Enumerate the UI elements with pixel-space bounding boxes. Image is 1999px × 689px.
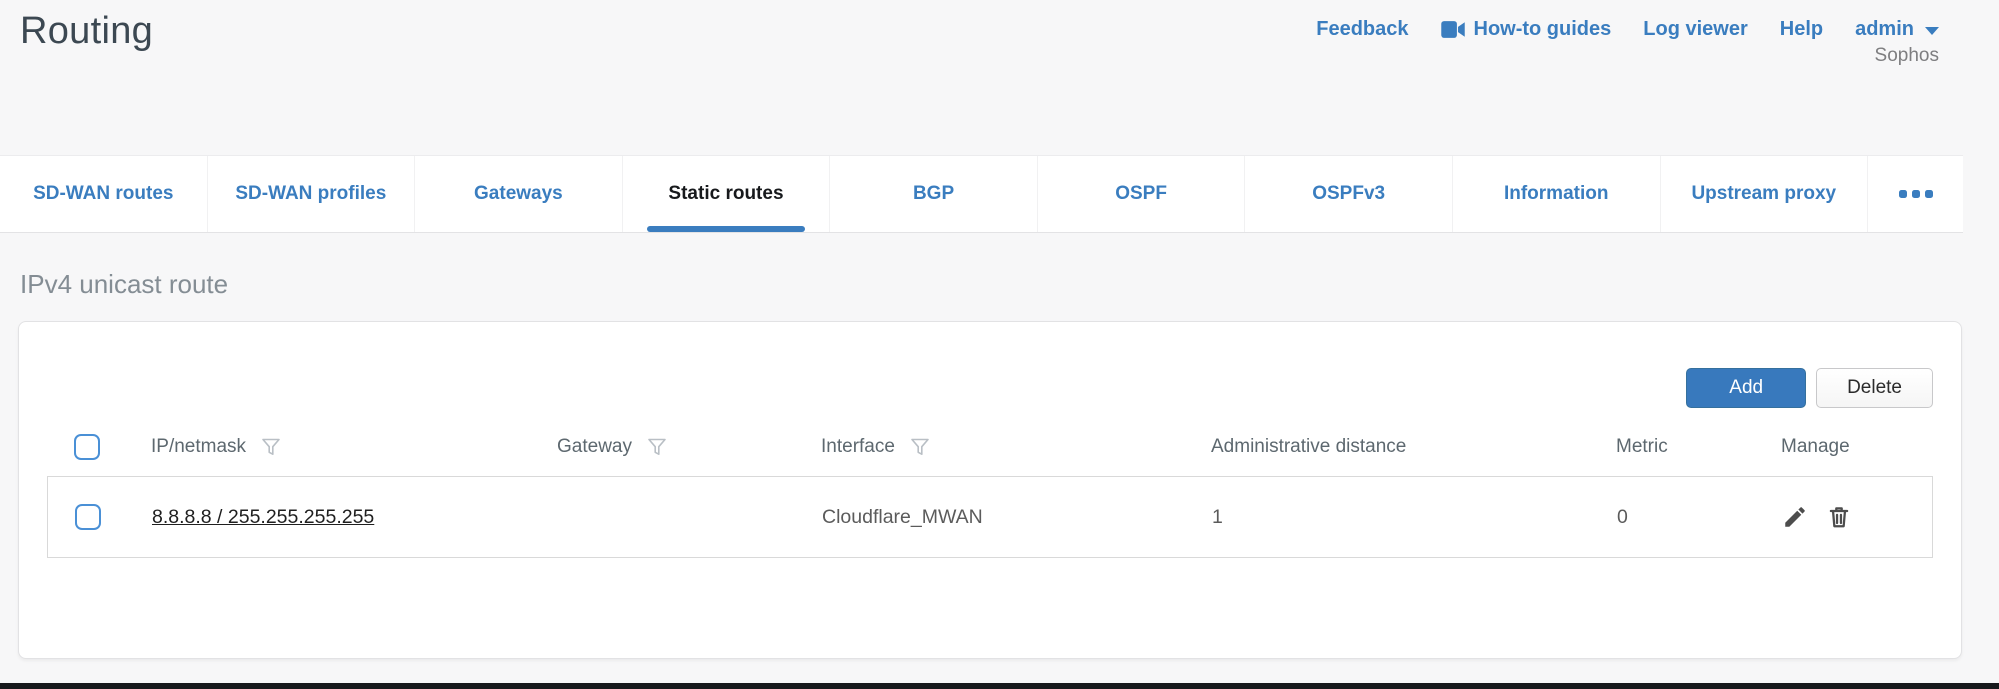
admin-menu[interactable]: admin	[1855, 18, 1939, 41]
tab-static-routes[interactable]: Static routes	[622, 156, 830, 232]
filter-icon[interactable]	[909, 436, 931, 458]
column-header-gateway: Gateway	[557, 436, 632, 458]
tab-upstream-proxy[interactable]: Upstream proxy	[1660, 156, 1868, 232]
edit-pencil-icon[interactable]	[1782, 504, 1808, 530]
route-metric-value: 0	[1617, 506, 1628, 529]
table-row: 8.8.8.8 / 255.255.255.255 Cloudflare_MWA…	[47, 476, 1933, 558]
video-camera-icon	[1441, 20, 1465, 39]
tab-sdwan-profiles[interactable]: SD-WAN profiles	[207, 156, 415, 232]
page-header: Routing Feedback How-to guides Log viewe…	[0, 0, 1963, 155]
column-header-ip-netmask: IP/netmask	[151, 436, 246, 458]
add-button[interactable]: Add	[1686, 368, 1806, 408]
route-ip-netmask-link[interactable]: 8.8.8.8 / 255.255.255.255	[152, 506, 374, 529]
page-title: Routing	[20, 10, 153, 53]
help-link[interactable]: Help	[1780, 18, 1823, 41]
delete-trash-icon[interactable]	[1826, 504, 1852, 530]
section-heading: IPv4 unicast route	[20, 269, 1999, 300]
tab-information[interactable]: Information	[1452, 156, 1660, 232]
filter-icon[interactable]	[646, 436, 668, 458]
brand-label: Sophos	[1875, 45, 1939, 67]
filter-icon[interactable]	[260, 436, 282, 458]
ellipsis-icon	[1925, 190, 1933, 198]
howto-guides-link[interactable]: How-to guides	[1441, 18, 1612, 41]
tab-ospf[interactable]: OSPF	[1037, 156, 1245, 232]
help-label: Help	[1780, 18, 1823, 41]
admin-label: admin	[1855, 18, 1914, 41]
feedback-label: Feedback	[1316, 18, 1408, 41]
column-header-administrative-distance: Administrative distance	[1211, 436, 1406, 458]
tab-bgp[interactable]: BGP	[829, 156, 1037, 232]
delete-button[interactable]: Delete	[1816, 368, 1933, 408]
bottom-bar	[0, 683, 1999, 689]
log-viewer-label: Log viewer	[1643, 18, 1747, 41]
table-header-row: IP/netmask Gateway Interface Administrat…	[47, 434, 1933, 460]
route-administrative-distance-value: 1	[1212, 506, 1223, 529]
table-toolbar: Add Delete	[47, 368, 1933, 408]
tab-gateways[interactable]: Gateways	[414, 156, 622, 232]
tab-overflow-button[interactable]	[1867, 156, 1963, 232]
select-all-checkbox[interactable]	[74, 434, 100, 460]
column-header-metric: Metric	[1616, 436, 1668, 458]
main-content: IPv4 unicast route Add Delete IP/netmask…	[0, 269, 1999, 659]
routes-card: Add Delete IP/netmask Gateway Interface	[18, 321, 1962, 659]
tab-sdwan-routes[interactable]: SD-WAN routes	[0, 156, 207, 232]
routing-tabbar: SD-WAN routes SD-WAN profiles Gateways S…	[0, 155, 1963, 233]
row-checkbox[interactable]	[75, 504, 101, 530]
column-header-manage: Manage	[1781, 436, 1850, 458]
ellipsis-icon	[1899, 190, 1907, 198]
column-header-interface: Interface	[821, 436, 895, 458]
route-interface-value: Cloudflare_MWAN	[822, 506, 983, 529]
top-navigation: Feedback How-to guides Log viewer Help a…	[1316, 10, 1939, 67]
tab-ospfv3[interactable]: OSPFv3	[1244, 156, 1452, 232]
chevron-down-icon	[1925, 27, 1939, 35]
howto-guides-label: How-to guides	[1474, 18, 1612, 41]
log-viewer-link[interactable]: Log viewer	[1643, 18, 1747, 41]
ellipsis-icon	[1912, 190, 1920, 198]
feedback-link[interactable]: Feedback	[1316, 18, 1408, 41]
